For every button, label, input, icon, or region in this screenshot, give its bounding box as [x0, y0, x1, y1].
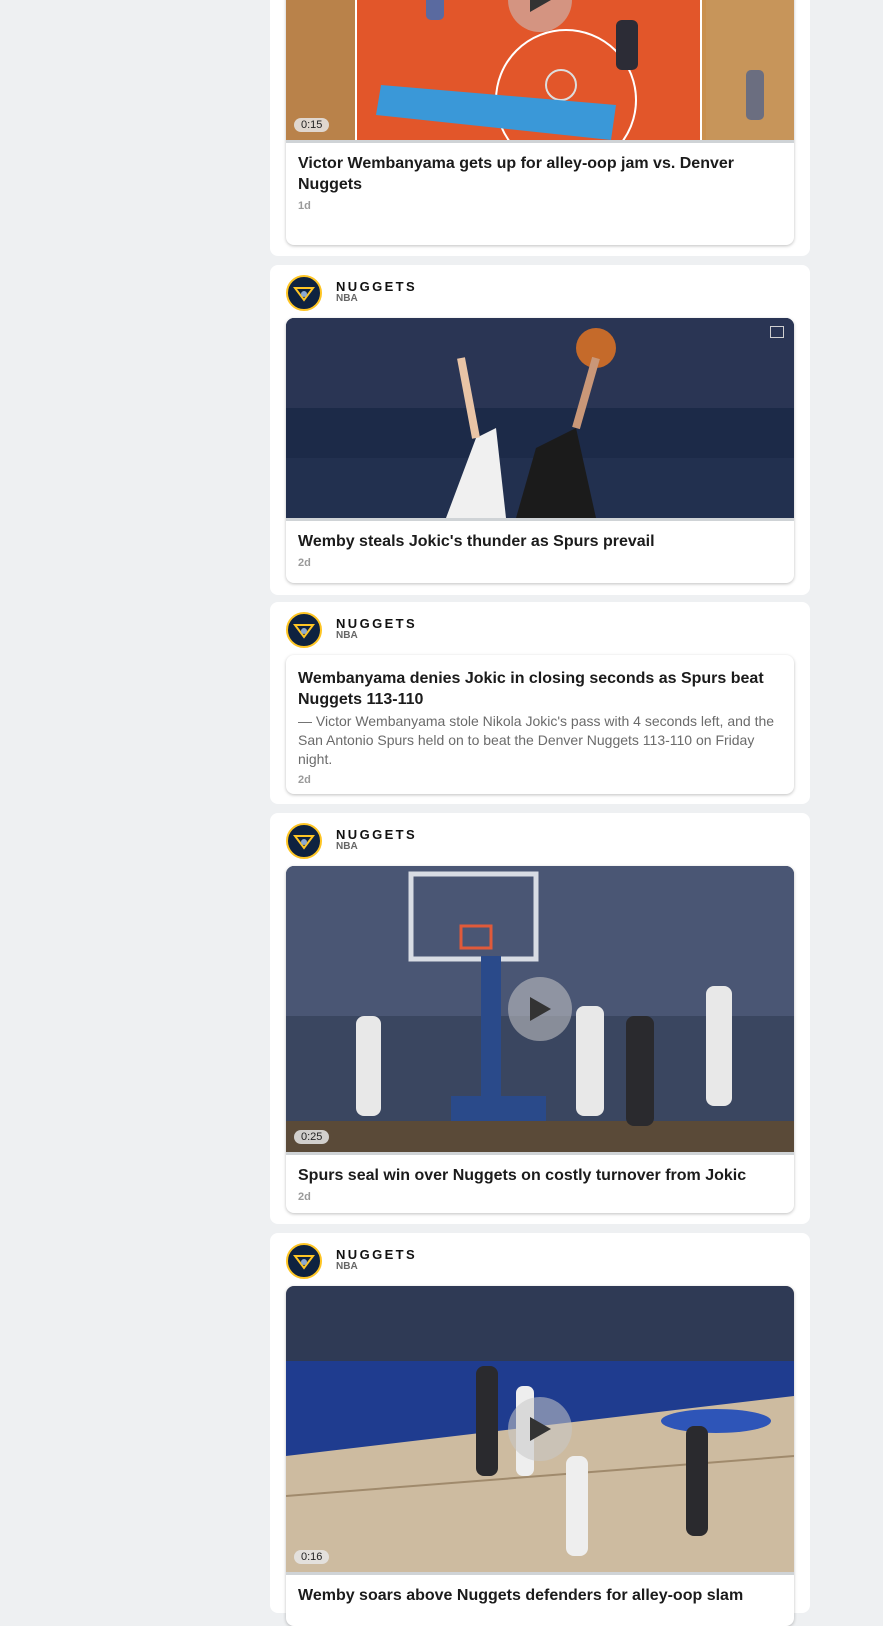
league-name: NBA: [336, 1261, 358, 1272]
team-logo-icon: [286, 823, 322, 859]
article-image[interactable]: [286, 318, 794, 521]
post-header[interactable]: NUGGETS NBA: [286, 821, 417, 861]
feed-post: NUGGETS NBA 0:16 Wemby soars above Nugge…: [270, 1233, 810, 1626]
post-age: 2d: [298, 774, 311, 786]
image-icon: [770, 326, 784, 338]
game-photo: [286, 318, 794, 518]
team-name: NUGGETS: [336, 279, 418, 294]
article-card[interactable]: Wemby steals Jokic's thunder as Spurs pr…: [286, 318, 794, 583]
post-age: 2d: [298, 557, 311, 569]
video-card[interactable]: 0:25 Spurs seal win over Nuggets on cost…: [286, 866, 794, 1213]
video-thumbnail[interactable]: 0:25: [286, 866, 794, 1155]
play-icon: [530, 997, 551, 1021]
feed-post: 0:15 Victor Wembanyama gets up for alley…: [270, 0, 810, 256]
feed-post: NUGGETS NBA Wemby steals Jokic's thunder…: [270, 265, 810, 595]
video-card[interactable]: 0:16 Wemby soars above Nuggets defenders…: [286, 1286, 794, 1626]
team-name: NUGGETS: [336, 1247, 418, 1262]
league-name: NBA: [336, 841, 358, 852]
video-duration: 0:25: [294, 1130, 330, 1144]
video-duration: 0:15: [294, 118, 330, 132]
team-name: NUGGETS: [336, 827, 418, 842]
team-logo-icon: [286, 1243, 322, 1279]
team-name: NUGGETS: [336, 616, 418, 631]
post-header[interactable]: NUGGETS NBA: [286, 610, 417, 650]
video-thumbnail[interactable]: 0:15: [286, 0, 794, 143]
team-logo-icon: [286, 275, 322, 311]
video-card[interactable]: 0:15 Victor Wembanyama gets up for alley…: [286, 0, 794, 245]
play-icon: [530, 0, 551, 12]
video-thumbnail[interactable]: 0:16: [286, 1286, 794, 1575]
video-duration: 0:16: [294, 1550, 330, 1564]
feed-post: NUGGETS NBA Wembanyama denies Jokic in c…: [270, 602, 810, 804]
headline[interactable]: Wembanyama denies Jokic in closing secon…: [298, 668, 782, 710]
play-button[interactable]: [508, 977, 572, 1041]
headline[interactable]: Spurs seal win over Nuggets on costly tu…: [298, 1165, 782, 1186]
headline[interactable]: Wemby soars above Nuggets defenders for …: [298, 1585, 782, 1606]
article-card[interactable]: Wembanyama denies Jokic in closing secon…: [286, 655, 794, 794]
article-summary: — Victor Wembanyama stole Nikola Jokic's…: [298, 713, 775, 767]
post-age: 1d: [298, 200, 311, 212]
league-name: NBA: [336, 293, 358, 304]
post-header[interactable]: NUGGETS NBA: [286, 1241, 417, 1281]
play-button[interactable]: [508, 1397, 572, 1461]
post-age: 2d: [298, 1191, 311, 1203]
post-header[interactable]: NUGGETS NBA: [286, 273, 417, 313]
team-logo-icon: [286, 612, 322, 648]
league-name: NBA: [336, 630, 358, 641]
play-icon: [530, 1417, 551, 1441]
headline[interactable]: Victor Wembanyama gets up for alley-oop …: [298, 153, 782, 195]
headline[interactable]: Wemby steals Jokic's thunder as Spurs pr…: [298, 531, 782, 552]
feed-post: NUGGETS NBA 0:25 Spurs seal win over Nug…: [270, 813, 810, 1224]
